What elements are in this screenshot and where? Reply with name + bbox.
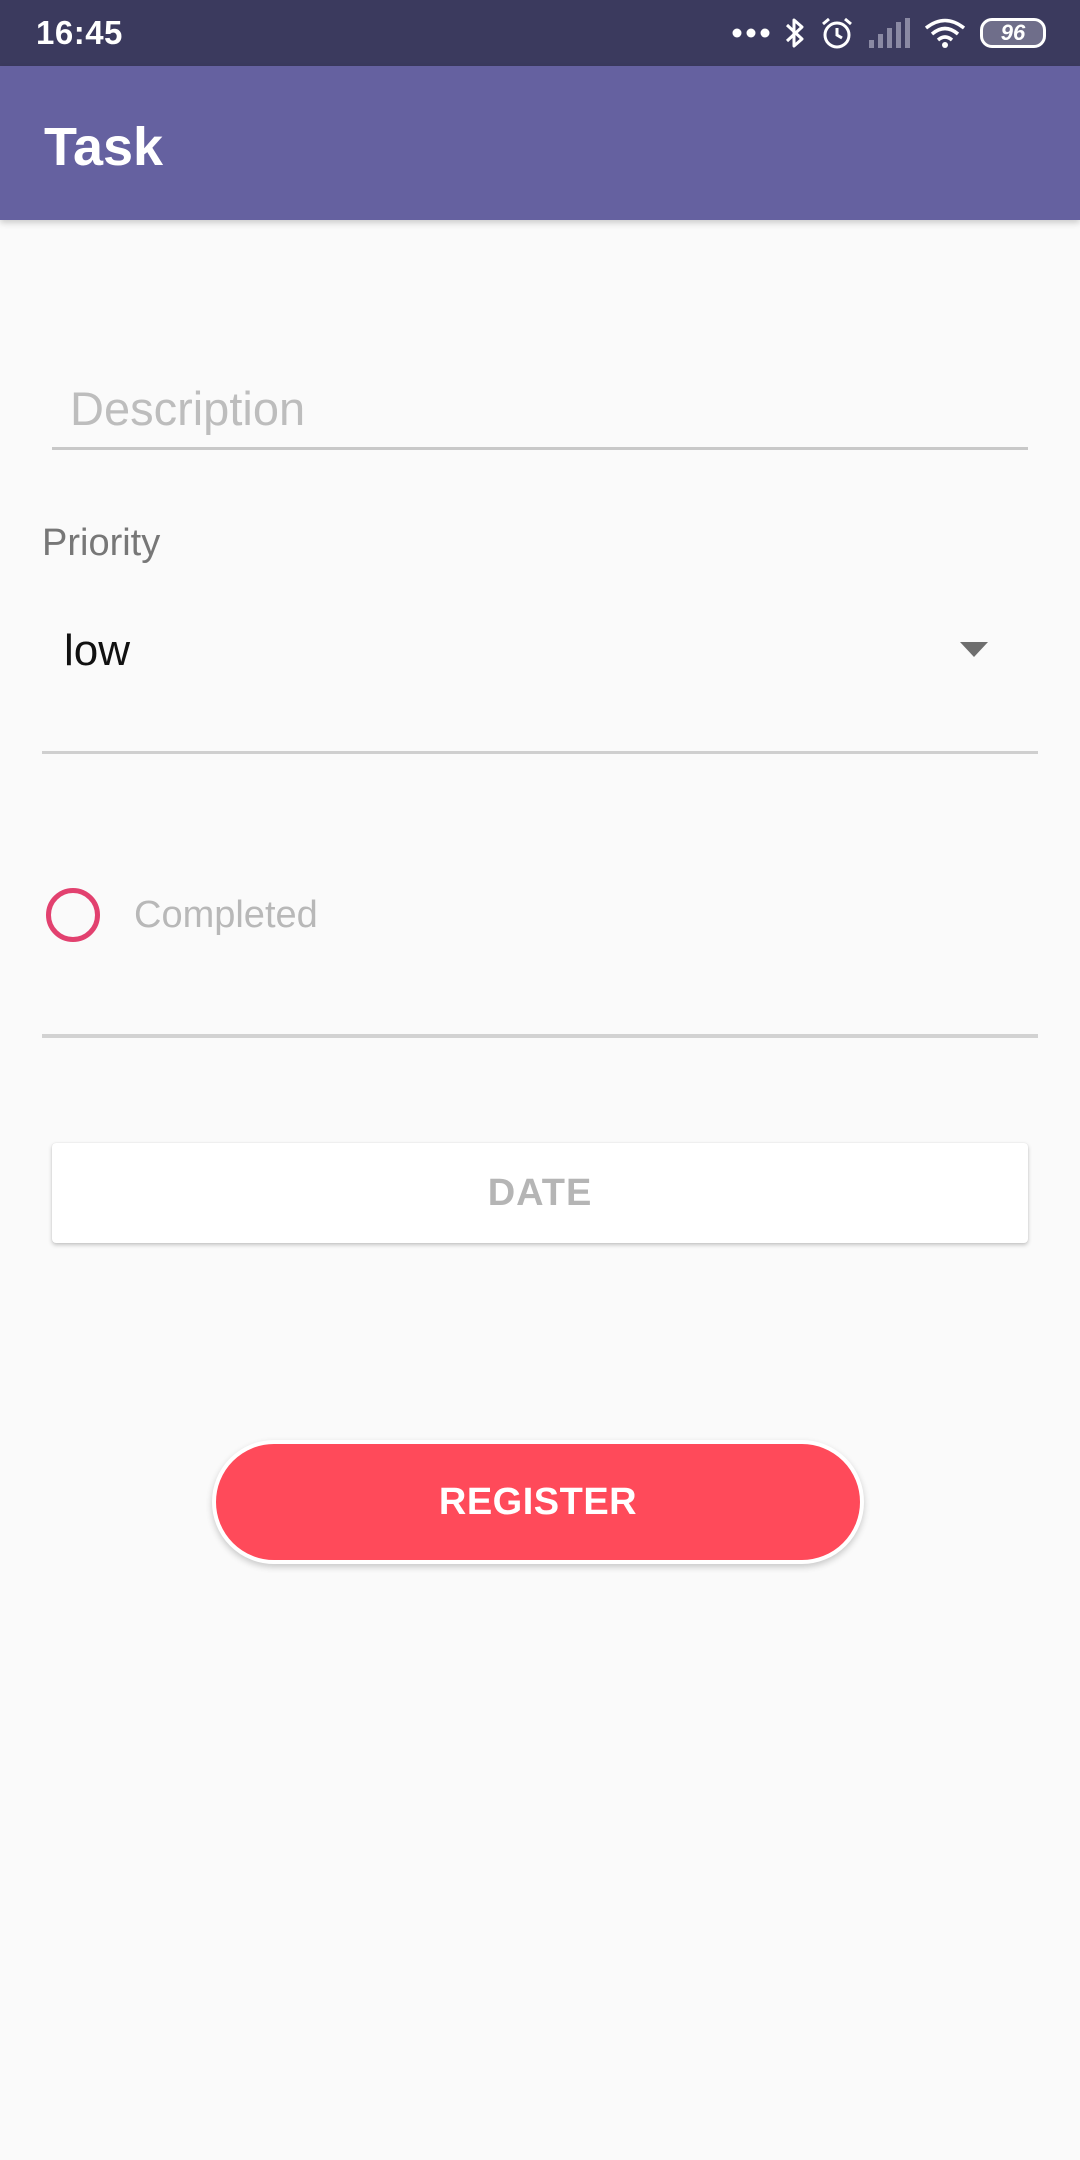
page-title: Task (44, 117, 164, 177)
dropdown-arrow-icon (960, 642, 988, 663)
description-input[interactable] (52, 380, 1028, 450)
priority-dropdown[interactable]: low (42, 600, 1038, 754)
signal-icon (868, 18, 910, 48)
battery-icon: 96 (980, 18, 1046, 48)
battery-level: 96 (1000, 20, 1026, 45)
priority-label: Priority (42, 522, 161, 564)
completed-radio-row: Completed (42, 870, 1038, 1038)
alarm-icon (820, 16, 854, 50)
status-bar: 16:45 96 (0, 0, 1080, 66)
wifi-icon (924, 17, 966, 49)
priority-selected-value: low (64, 626, 131, 675)
bluetooth-icon (784, 16, 806, 50)
status-icons: 96 (732, 10, 1046, 56)
status-time: 16:45 (36, 14, 123, 51)
completed-label[interactable]: Completed (134, 894, 318, 937)
completed-radio[interactable] (46, 888, 100, 942)
app-bar: Task (0, 66, 1080, 220)
more-dots-icon (732, 27, 770, 39)
register-button[interactable]: REGISTER (212, 1440, 864, 1564)
date-button[interactable]: DATE (52, 1143, 1028, 1243)
